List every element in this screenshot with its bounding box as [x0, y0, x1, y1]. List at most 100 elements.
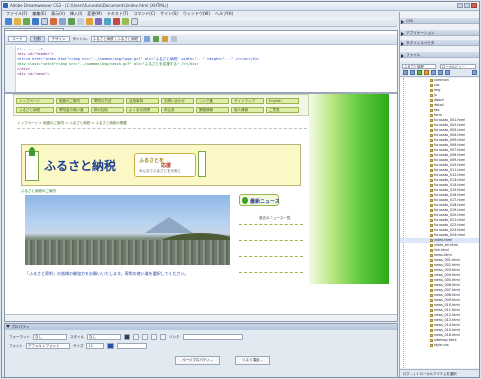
nav-button[interactable]: 関連情報	[196, 107, 229, 113]
div-icon[interactable]	[41, 18, 48, 25]
font-select[interactable]: デフォルトフォント	[26, 343, 70, 349]
italic-button[interactable]	[133, 334, 139, 340]
nav-button[interactable]: 寄附の方法	[91, 98, 124, 104]
check-out-icon[interactable]	[431, 70, 436, 75]
site-dropdown[interactable]: ふるさと納税	[402, 64, 436, 69]
email-link-icon[interactable]	[14, 18, 21, 25]
nav-button[interactable]: 個人情報	[231, 107, 264, 113]
menu-modify[interactable]: 変更(M)	[87, 11, 102, 17]
anchor-icon[interactable]	[23, 18, 30, 25]
minimize-button[interactable]	[457, 3, 463, 8]
menu-view[interactable]: 表示(V)	[51, 11, 65, 17]
bold-button[interactable]	[124, 334, 130, 340]
align-center-button[interactable]	[151, 334, 157, 340]
link-input[interactable]	[182, 334, 243, 340]
nav-button[interactable]: 税の控除	[91, 107, 124, 113]
color-input[interactable]	[117, 343, 148, 349]
menu-site[interactable]: サイト(S)	[160, 11, 178, 17]
sync-icon[interactable]	[445, 70, 450, 75]
template-icon[interactable]	[113, 18, 120, 25]
menu-commands[interactable]: コマンド(C)	[133, 11, 155, 17]
refresh-icon[interactable]	[410, 70, 415, 75]
divider	[239, 240, 303, 241]
media-icon[interactable]	[59, 18, 66, 25]
comment-icon[interactable]	[86, 18, 93, 25]
panel-section-css[interactable]: CSS	[400, 18, 479, 24]
properties-header[interactable]: プロパティ	[5, 324, 397, 330]
view-dropdown[interactable]: ローカルビュー	[440, 64, 476, 69]
nav-button[interactable]: 申込書	[161, 107, 194, 113]
document-title-input[interactable]: ふるさと納税 | ふるさと納税	[90, 36, 141, 42]
site-header: ふるさと納税 ふるさとを 応援 みんなでふるさとを元気に	[21, 144, 301, 186]
catchphrase-bubble: ふるさとを 応援 みんなでふるさとを元気に	[134, 153, 196, 177]
refresh-icon[interactable]	[161, 36, 168, 42]
get-files-icon[interactable]	[417, 70, 422, 75]
expand-icon[interactable]	[472, 70, 477, 75]
panel-section-files[interactable]: ファイル	[400, 52, 479, 58]
text-color-swatch[interactable]	[107, 343, 115, 349]
align-right-button[interactable]	[160, 334, 166, 340]
sprout-logo-icon	[25, 147, 39, 181]
news-heading-button[interactable]: 最新ニュース	[239, 194, 280, 206]
design-pane[interactable]: トップページ 制度のご案内 寄附の方法 活用事例 お問い合わせ リンク集 サイト…	[13, 94, 389, 321]
panel-section-application[interactable]: アプリケーション	[400, 30, 479, 36]
list-item-button[interactable]: リスト項目...	[235, 356, 270, 365]
split-view-button[interactable]: 分割	[29, 36, 45, 42]
nav-button[interactable]: 寄附金の使い道	[56, 107, 89, 113]
close-button[interactable]	[471, 3, 477, 8]
nav-button[interactable]: English	[266, 98, 299, 104]
format-label: フォーマット	[9, 334, 30, 339]
table-icon[interactable]	[32, 18, 39, 25]
menu-text[interactable]: テキスト(T)	[107, 11, 128, 17]
city-shape	[25, 240, 230, 265]
news-more-link[interactable]: 過去のニュース一覧	[259, 216, 290, 221]
files-tree[interactable]: common css img js about detail faq form furusato…	[400, 78, 479, 368]
menu-help[interactable]: ヘルプ(H)	[215, 11, 233, 17]
more-icon[interactable]	[131, 18, 138, 25]
nav-button[interactable]: 制度のご案内	[56, 98, 89, 104]
design-view-button[interactable]: デザイン	[47, 36, 70, 42]
check-in-icon[interactable]	[438, 70, 443, 75]
leaf-icon	[242, 197, 248, 204]
page-properties-button[interactable]: ページプロパティ...	[175, 356, 221, 365]
page-background-gradient	[309, 94, 389, 284]
size-select[interactable]: 12	[86, 343, 105, 349]
document-toolbar: コード 分割 デザイン タイトル: ふるさと納税 | ふるさと納税	[5, 34, 397, 45]
file-list-item[interactable]: style.css	[400, 343, 479, 348]
nav-button[interactable]: ふるさと納税	[16, 107, 54, 113]
style-select[interactable]: なし	[87, 334, 121, 340]
menu-window[interactable]: ウィンドウ(W)	[183, 11, 210, 17]
menu-edit[interactable]: 編集(E)	[32, 11, 46, 17]
breadcrumb[interactable]: トップページ > 制度のご案内 > ふるさと納税 > ふるさと納税の概要	[17, 121, 127, 126]
panel-section-tag-inspector[interactable]: タグインスペクタ	[400, 40, 479, 46]
menu-insert[interactable]: 挿入(I)	[70, 11, 82, 17]
image-icon[interactable]	[50, 18, 57, 25]
file-management-icon[interactable]	[143, 36, 150, 42]
nav-button[interactable]: トップページ	[16, 98, 54, 104]
hyperlink-icon[interactable]	[5, 18, 12, 25]
nav-button[interactable]: よくある質問	[126, 107, 159, 113]
script-icon[interactable]	[104, 18, 111, 25]
photo-caption: 「ふるさと寄附」の皆様の御協力をお願いいたします。寄附の使い道を選択してください…	[25, 271, 189, 276]
head-icon[interactable]	[95, 18, 102, 25]
nav-button[interactable]: サイトマップ	[231, 98, 264, 104]
code-pane[interactable]: <!-- ... --> <div id="header"> <h1><a hr…	[5, 46, 397, 94]
code-view-button[interactable]: コード	[8, 36, 27, 42]
nav-button[interactable]: ご意見	[266, 107, 299, 113]
nav-button[interactable]: お問い合わせ	[161, 98, 194, 104]
view-options-icon[interactable]	[170, 36, 177, 42]
app-window: Adobe Dreamweaver CS3 - [C:\Users\furusa…	[1, 1, 480, 378]
nav-button[interactable]: 活用事例	[126, 98, 159, 104]
tag-selector-bar[interactable]	[5, 314, 397, 321]
server-side-include-icon[interactable]	[77, 18, 84, 25]
connect-icon[interactable]	[403, 70, 408, 75]
align-left-button[interactable]	[142, 334, 148, 340]
preview-icon[interactable]	[152, 36, 159, 42]
nav-button[interactable]: リンク集	[196, 98, 229, 104]
tag-chooser-icon[interactable]	[122, 18, 129, 25]
format-select[interactable]: なし	[33, 334, 67, 340]
menu-file[interactable]: ファイル(F)	[6, 11, 27, 17]
date-icon[interactable]	[68, 18, 75, 25]
maximize-button[interactable]	[464, 3, 470, 8]
put-files-icon[interactable]	[424, 70, 429, 75]
